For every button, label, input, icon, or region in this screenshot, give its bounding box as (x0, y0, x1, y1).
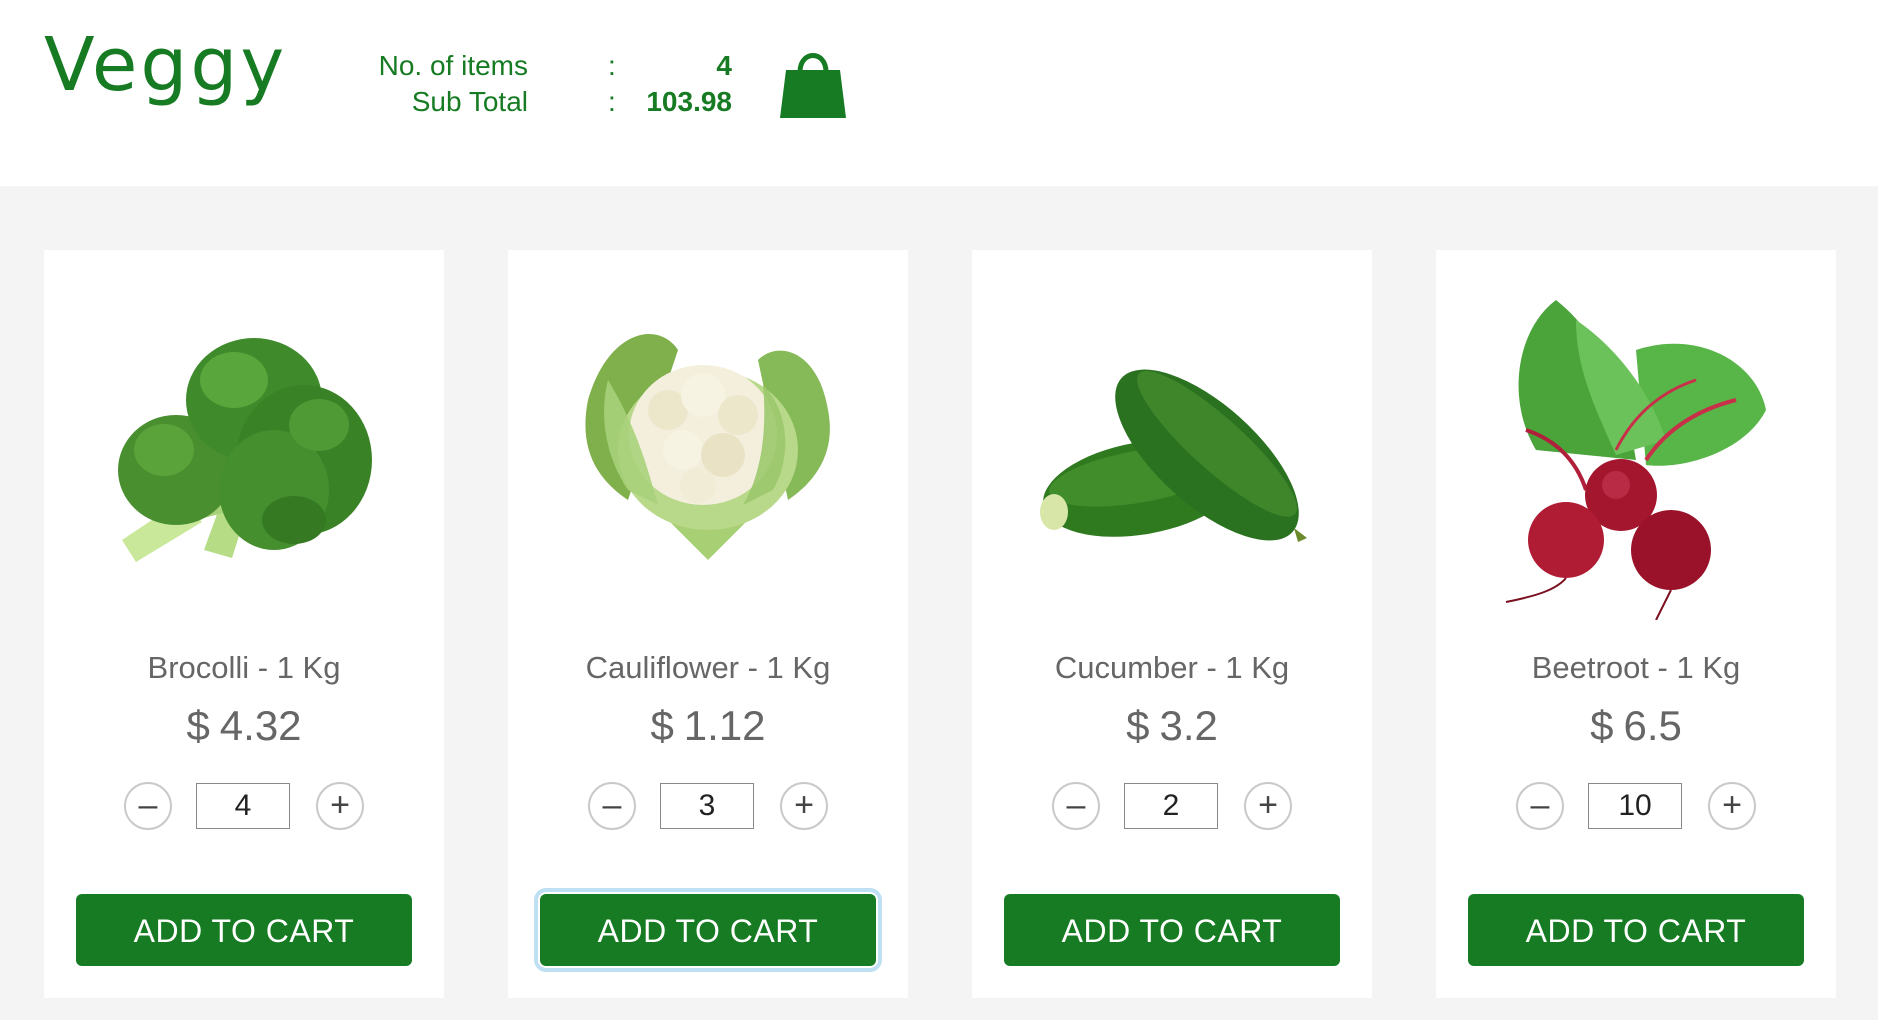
increment-button[interactable]: + (1708, 782, 1756, 830)
price-value: 4.32 (219, 702, 302, 749)
product-price: $6.5 (1436, 702, 1836, 750)
quantity-stepper: – 2 + (1052, 782, 1292, 830)
price-currency: $ (1590, 702, 1614, 749)
product-card-beetroot: Beetroot - 1 Kg $6.5 – 10 + ADD TO CART (1436, 250, 1836, 998)
beetroot-image (1496, 290, 1776, 621)
decrement-button[interactable]: – (1516, 782, 1564, 830)
product-name: Cauliflower - 1 Kg (585, 650, 831, 685)
product-price: $1.12 (508, 702, 908, 750)
product-name: Brocolli - 1 Kg (147, 650, 341, 685)
price-value: 1.12 (683, 702, 766, 749)
product-price: $3.2 (972, 702, 1372, 750)
quantity-input[interactable]: 10 (1588, 783, 1682, 829)
decrement-button[interactable]: – (588, 782, 636, 830)
product-price: $4.32 (44, 702, 444, 750)
increment-button[interactable]: + (316, 782, 364, 830)
brand-logo[interactable]: Veggy (44, 28, 287, 102)
increment-button[interactable]: + (780, 782, 828, 830)
cucumber-image (1032, 290, 1312, 590)
header: Veggy No. of items : 4 Sub Total : 103.9… (0, 0, 1878, 186)
quantity-input[interactable]: 2 (1124, 783, 1218, 829)
shopping-bag-icon[interactable] (778, 46, 848, 122)
product-card-broccoli: Brocolli - 1 Kg $4.32 – 4 + ADD TO CART (44, 250, 444, 998)
price-value: 3.2 (1159, 702, 1218, 749)
quantity-stepper: – 10 + (1516, 782, 1756, 830)
add-to-cart-button[interactable]: ADD TO CART (534, 888, 882, 972)
quantity-input[interactable]: 3 (660, 783, 754, 829)
cauliflower-image (568, 290, 848, 590)
decrement-button[interactable]: – (124, 782, 172, 830)
subtotal-row: Sub Total : 103.98 (400, 86, 740, 122)
items-count-separator: : (608, 50, 616, 81)
subtotal-value: 103.98 (646, 86, 732, 117)
price-value: 6.5 (1623, 702, 1682, 749)
items-count-value: 4 (716, 50, 732, 81)
quantity-stepper: – 4 + (124, 782, 364, 830)
product-name: Beetroot - 1 Kg (1531, 650, 1741, 685)
broccoli-image (104, 290, 384, 590)
add-to-cart-button[interactable]: ADD TO CART (1004, 894, 1340, 966)
product-card-cauliflower: Cauliflower - 1 Kg $1.12 – 3 + ADD TO CA… (508, 250, 908, 998)
add-to-cart-button[interactable]: ADD TO CART (76, 894, 412, 966)
subtotal-label: Sub Total (411, 86, 528, 117)
cart-summary: No. of items : 4 Sub Total : 103.98 (379, 50, 740, 122)
decrement-button[interactable]: – (1052, 782, 1100, 830)
items-count-label: No. of items (378, 50, 528, 81)
price-currency: $ (186, 702, 210, 749)
add-to-cart-button[interactable]: ADD TO CART (1468, 894, 1804, 966)
price-currency: $ (1126, 702, 1150, 749)
increment-button[interactable]: + (1244, 782, 1292, 830)
product-card-cucumber: Cucumber - 1 Kg $3.2 – 2 + ADD TO CART (972, 250, 1372, 998)
quantity-stepper: – 3 + (588, 782, 828, 830)
price-currency: $ (650, 702, 674, 749)
subtotal-separator: : (608, 86, 616, 117)
quantity-input[interactable]: 4 (196, 783, 290, 829)
product-name: Cucumber - 1 Kg (1054, 650, 1290, 685)
items-count-row: No. of items : 4 (379, 50, 740, 86)
